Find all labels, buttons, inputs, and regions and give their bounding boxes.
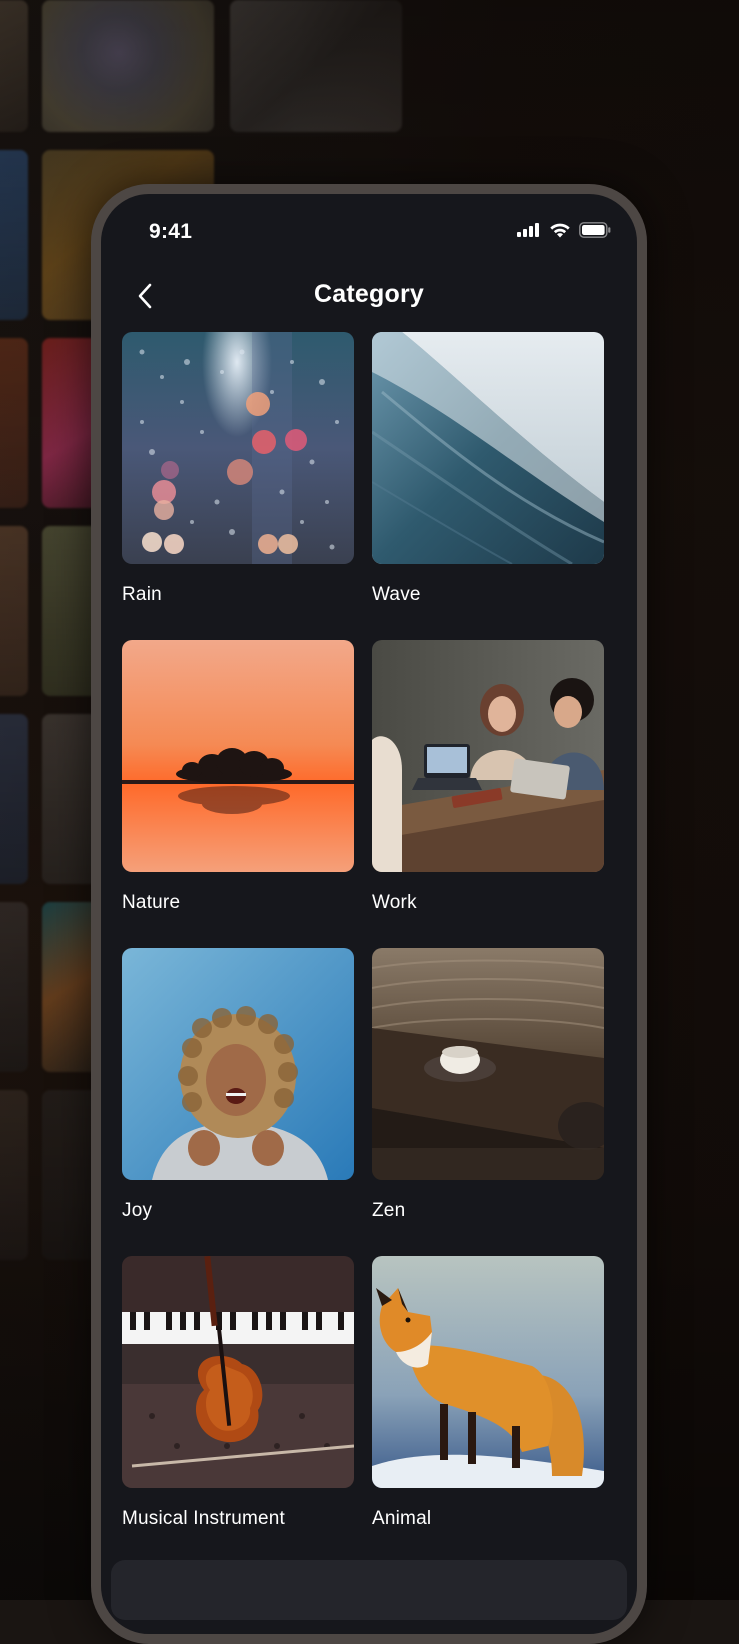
category-card-zen[interactable]: Zen — [372, 948, 604, 1222]
animal-image — [372, 1256, 604, 1488]
header: Category — [101, 266, 637, 326]
nature-image — [122, 640, 354, 872]
category-card-animal[interactable]: Animal — [372, 1256, 604, 1530]
category-label: Rain — [122, 584, 162, 605]
rain-image — [122, 332, 354, 564]
musical-instrument-image — [122, 1256, 354, 1488]
category-label: Work — [372, 892, 417, 913]
page-title: Category — [314, 280, 424, 308]
cellular-signal-icon — [517, 223, 539, 237]
zen-image — [372, 948, 604, 1180]
category-card-work[interactable]: Work — [372, 640, 604, 914]
bottom-player-bar[interactable] — [111, 1560, 627, 1620]
category-label: Wave — [372, 584, 421, 605]
category-card-wave[interactable]: Wave — [372, 332, 604, 606]
category-label: Joy — [122, 1200, 153, 1221]
category-label: Nature — [122, 892, 181, 913]
category-card-joy[interactable]: Joy — [122, 948, 354, 1222]
category-card-musical-instrument[interactable]: Musical Instrument — [122, 1256, 354, 1530]
category-card-rain[interactable]: Rain — [122, 332, 354, 606]
category-label: Musical Instrument — [122, 1508, 286, 1529]
status-icons — [517, 222, 611, 238]
joy-image — [122, 948, 354, 1180]
status-bar: 9:41 — [101, 212, 637, 252]
phone-frame: 9:41 Category Rain Wave Nature Work Joy … — [91, 184, 647, 1644]
battery-icon — [579, 222, 611, 238]
category-label: Animal — [372, 1508, 432, 1529]
category-label: Zen — [372, 1200, 406, 1221]
wifi-icon — [550, 223, 570, 238]
category-card-nature[interactable]: Nature — [122, 640, 354, 914]
category-screen: 9:41 Category Rain Wave Nature Work Joy … — [101, 194, 637, 1634]
work-image — [372, 640, 604, 872]
wave-image — [372, 332, 604, 564]
status-time: 9:41 — [149, 220, 193, 243]
